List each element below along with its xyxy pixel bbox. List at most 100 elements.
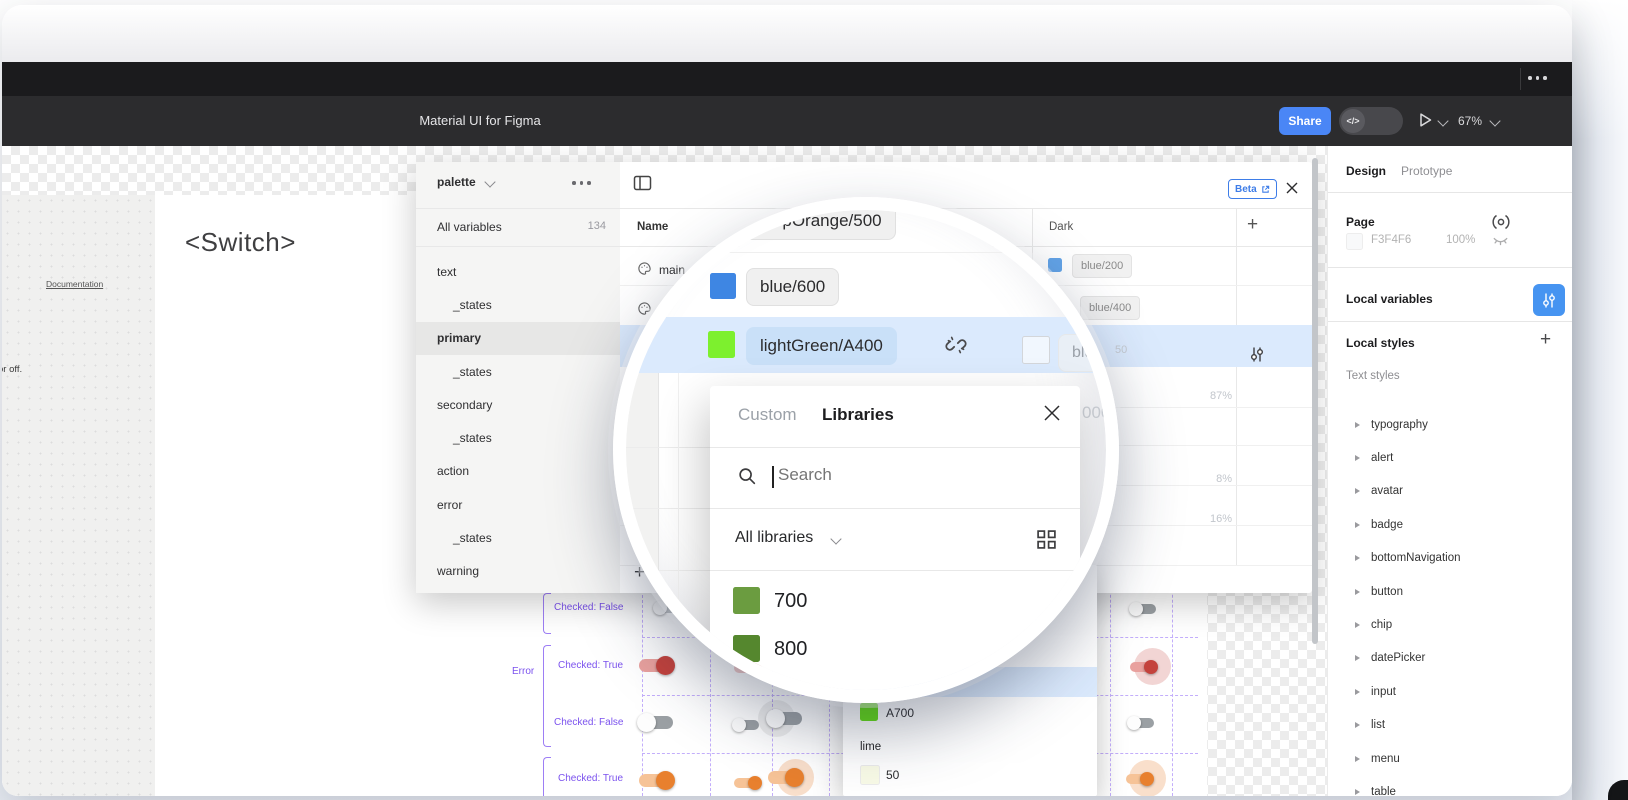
expand-triangle-icon[interactable] <box>1355 655 1360 661</box>
collection-title[interactable]: palette <box>437 175 476 189</box>
background-band-fade <box>1572 0 1628 140</box>
expand-triangle-icon[interactable] <box>1355 589 1360 595</box>
eye-off-icon[interactable] <box>1492 233 1509 248</box>
library-group-label: lime <box>860 741 881 753</box>
text-style-item[interactable]: button <box>1328 575 1572 608</box>
expand-triangle-icon[interactable] <box>1355 455 1360 461</box>
library-item[interactable]: A700 <box>886 706 914 720</box>
palette-group-item[interactable]: error <box>416 488 620 521</box>
expand-triangle-icon[interactable] <box>1355 789 1360 795</box>
main-toolbar: Material UI for Figma Share </> 67% <box>2 96 1572 146</box>
annotation-gridline <box>1172 565 1173 796</box>
color-swatch <box>733 635 760 662</box>
zoom-level[interactable]: 67% <box>1458 114 1482 128</box>
palette-group-item[interactable]: _states <box>416 355 620 388</box>
close-icon[interactable] <box>1285 181 1299 195</box>
page-color-swatch[interactable] <box>1346 233 1363 250</box>
play-chevron-icon[interactable] <box>1437 115 1448 126</box>
text-style-item[interactable]: typography <box>1328 408 1572 441</box>
library-item[interactable]: 700 <box>774 590 807 613</box>
design-canvas[interactable]: Documentation or off. <Switch> Checked: … <box>2 146 1572 796</box>
close-icon[interactable] <box>1042 403 1062 423</box>
page-color-hex[interactable]: F3F4F6 <box>1371 234 1411 246</box>
expand-triangle-icon[interactable] <box>1355 622 1360 628</box>
tab-prototype[interactable]: Prototype <box>1401 164 1452 178</box>
text-style-item[interactable]: badge <box>1328 508 1572 541</box>
variable-name[interactable]: main <box>659 263 685 277</box>
page-opacity[interactable]: 100% <box>1446 234 1475 246</box>
magnified-library-dialog: Custom Libraries All libraries <box>710 386 1080 690</box>
palette-group-item[interactable]: warning <box>416 555 620 588</box>
variable-modes-icon[interactable] <box>1491 212 1511 232</box>
text-style-item[interactable]: input <box>1328 675 1572 708</box>
grid-view-icon[interactable] <box>1036 529 1057 550</box>
palette-group-item[interactable]: text <box>416 255 620 288</box>
library-item[interactable]: 800 <box>774 638 807 661</box>
panel-toggle-icon[interactable] <box>633 174 653 192</box>
text-style-item[interactable]: menu <box>1328 742 1572 775</box>
magnified-gridline <box>626 508 710 509</box>
add-column-button[interactable]: + <box>1247 214 1258 236</box>
expand-triangle-icon[interactable] <box>1355 488 1360 494</box>
expand-triangle-icon[interactable] <box>1355 522 1360 528</box>
text-styles-list: typography alert avatar badge bottomNavi… <box>1328 408 1572 796</box>
library-item[interactable]: 50 <box>886 768 899 782</box>
tab-custom[interactable]: Custom <box>738 405 797 425</box>
sliders-icon[interactable] <box>1249 346 1265 363</box>
annotation-bracket <box>543 645 551 747</box>
divider <box>710 508 1080 509</box>
text-style-item[interactable]: datePicker <box>1328 642 1572 675</box>
library-filter[interactable]: All libraries <box>735 529 813 547</box>
magnified-gridline <box>678 373 679 690</box>
all-variables-item[interactable]: All variables <box>437 220 502 234</box>
canvas-scrollbar[interactable] <box>1312 158 1318 644</box>
annotation-label: Checked: True <box>558 660 623 671</box>
palette-group-item[interactable]: secondary <box>416 388 620 421</box>
beta-badge[interactable]: Beta <box>1228 179 1277 199</box>
expand-triangle-icon[interactable] <box>1355 555 1360 561</box>
palette-group-item[interactable]: _states <box>416 521 620 554</box>
broken-link-icon <box>943 332 969 358</box>
search-input[interactable] <box>776 464 1000 486</box>
text-style-item[interactable]: list <box>1328 709 1572 742</box>
tab-design[interactable]: Design <box>1346 164 1386 178</box>
color-swatch[interactable] <box>1048 258 1062 272</box>
filter-chevron-icon[interactable] <box>830 533 841 544</box>
ghost-chip-suffix: 50 <box>1115 344 1127 356</box>
expand-triangle-icon[interactable] <box>1355 422 1360 428</box>
zoom-chevron-icon[interactable] <box>1489 115 1500 126</box>
dark-column-header[interactable]: Dark <box>1049 221 1073 233</box>
text-style-item[interactable]: chip <box>1328 608 1572 641</box>
text-style-item[interactable]: avatar <box>1328 475 1572 508</box>
collection-more-icon[interactable] <box>572 181 591 185</box>
page-color-row[interactable]: F3F4F6 100% <box>1346 232 1556 250</box>
local-variables-button[interactable] <box>1533 284 1565 316</box>
palette-group-item[interactable]: primary <box>416 322 620 355</box>
share-button[interactable]: Share <box>1279 107 1331 135</box>
opacity-value: 87% <box>1176 390 1232 402</box>
magnified-chip: deepOrange/500 <box>740 210 896 240</box>
add-style-button[interactable]: + <box>1540 329 1551 351</box>
palette-group-item[interactable]: _states <box>416 421 620 454</box>
annotation-gridline <box>1110 565 1111 796</box>
expand-triangle-icon[interactable] <box>1355 689 1360 695</box>
magnified-gridline <box>626 570 710 571</box>
tab-libraries[interactable]: Libraries <box>822 405 894 425</box>
variable-chip[interactable]: blue/200 <box>1072 254 1132 278</box>
more-menu-icon[interactable] <box>1528 76 1547 80</box>
text-style-item[interactable]: bottomNavigation <box>1328 542 1572 575</box>
palette-group-item[interactable]: action <box>416 455 620 488</box>
collection-groups: text_statesprimary_statessecondary_state… <box>416 255 620 588</box>
expand-triangle-icon[interactable] <box>1355 722 1360 728</box>
text-style-item[interactable]: alert <box>1328 441 1572 474</box>
documentation-link[interactable]: Documentation <box>46 279 103 289</box>
artboard-title: <Switch> <box>185 227 296 258</box>
column-divider <box>1236 208 1237 565</box>
divider <box>1328 192 1572 193</box>
expand-triangle-icon[interactable] <box>1355 756 1360 762</box>
dev-mode-toggle[interactable]: </> <box>1339 107 1403 135</box>
text-style-item[interactable]: table <box>1328 775 1572 796</box>
magnified-divider <box>658 210 659 690</box>
palette-group-item[interactable]: _states <box>416 288 620 321</box>
play-icon[interactable] <box>1417 111 1433 129</box>
